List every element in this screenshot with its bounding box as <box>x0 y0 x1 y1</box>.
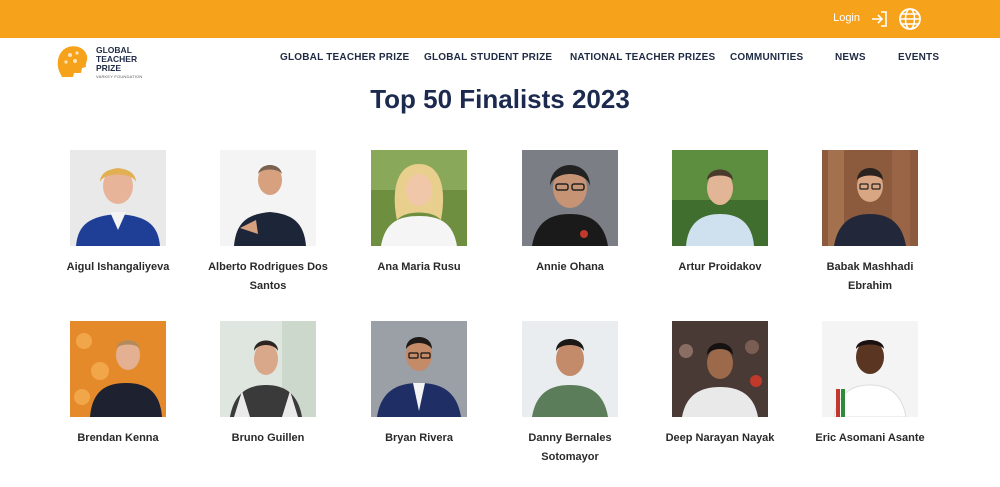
finalist-photo[interactable] <box>220 150 316 246</box>
nav-communities[interactable]: COMMUNITIES <box>730 52 803 63</box>
finalist-name[interactable]: Aigul Ishangaliyeva <box>38 258 198 277</box>
finalist-photo[interactable] <box>522 321 618 417</box>
finalist-photo[interactable] <box>70 321 166 417</box>
finalist-photo[interactable] <box>220 321 316 417</box>
page-title: Top 50 Finalists 2023 <box>370 84 630 114</box>
nav-news[interactable]: NEWS <box>835 52 866 63</box>
nav-national-teacher-prizes[interactable]: NATIONAL TEACHER PRIZES <box>570 52 715 63</box>
login-link[interactable]: Login <box>833 12 860 24</box>
nav-menu: GLOBAL TEACHER PRIZE GLOBAL STUDENT PRIZ… <box>0 52 1000 68</box>
finalist-photo[interactable] <box>822 150 918 246</box>
finalist-name[interactable]: Alberto Rodrigues Dos Santos <box>188 258 348 296</box>
finalist-name[interactable]: Ana Maria Rusu <box>339 258 499 277</box>
finalist-photo[interactable] <box>522 150 618 246</box>
finalist-name[interactable]: Annie Ohana <box>490 258 650 277</box>
finalist-photo[interactable] <box>371 150 467 246</box>
finalist-name[interactable]: Artur Proidakov <box>640 258 800 277</box>
finalist-name[interactable]: Eric Asomani Asante <box>790 429 950 448</box>
finalist-name[interactable]: Danny Bernales Sotomayor <box>490 429 650 467</box>
finalist-photo[interactable] <box>672 321 768 417</box>
finalist-photo[interactable] <box>371 321 467 417</box>
globe-icon[interactable] <box>898 7 922 31</box>
finalist-name[interactable]: Bruno Guillen <box>188 429 348 448</box>
logo-subtitle: VARKEY FOUNDATION <box>96 74 143 79</box>
finalist-name[interactable]: Bryan Rivera <box>339 429 499 448</box>
nav-global-teacher-prize[interactable]: GLOBAL TEACHER PRIZE <box>280 52 409 63</box>
finalist-photo[interactable] <box>822 321 918 417</box>
top-bar: Login <box>0 0 1000 38</box>
nav-events[interactable]: EVENTS <box>898 52 939 63</box>
login-icon[interactable] <box>870 9 890 29</box>
finalist-name[interactable]: Brendan Kenna <box>38 429 198 448</box>
finalist-name[interactable]: Deep Narayan Nayak <box>640 429 800 448</box>
main-navigation: GLOBAL TEACHER PRIZE VARKEY FOUNDATION G… <box>0 38 1000 80</box>
finalist-photo[interactable] <box>672 150 768 246</box>
finalist-name[interactable]: Babak Mashhadi Ebrahim <box>790 258 950 296</box>
finalist-photo[interactable] <box>70 150 166 246</box>
nav-global-student-prize[interactable]: GLOBAL STUDENT PRIZE <box>424 52 552 63</box>
